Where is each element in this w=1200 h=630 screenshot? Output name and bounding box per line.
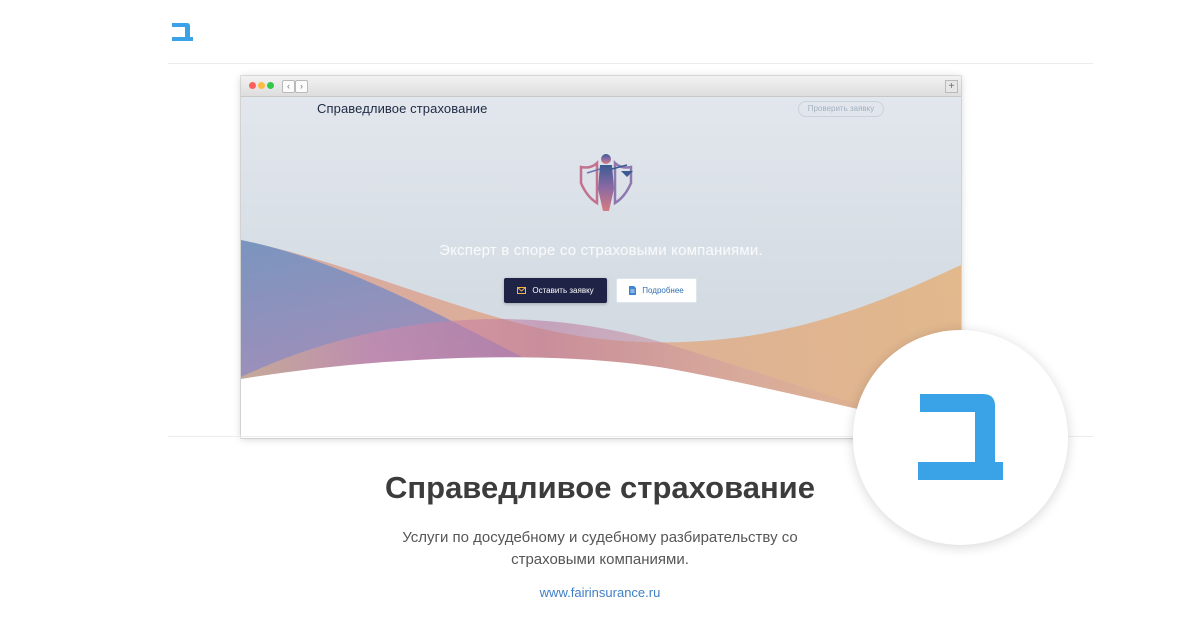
more-info-label: Подробнее — [642, 286, 684, 295]
envelope-icon — [517, 287, 527, 294]
submit-application-label: Оставить заявку — [532, 286, 594, 295]
close-window-dot[interactable] — [249, 82, 256, 89]
forward-arrow-icon[interactable]: › — [295, 80, 308, 93]
bet-letter-logo-icon[interactable] — [170, 18, 194, 42]
check-application-button[interactable]: Проверить заявку — [798, 101, 884, 117]
browser-chrome: ‹ › + — [241, 76, 961, 97]
bet-letter-logo-icon — [918, 394, 1003, 480]
top-divider — [168, 63, 1093, 64]
document-icon — [629, 286, 637, 295]
hero-text: Эксперт в споре со страховыми компаниями… — [439, 242, 763, 259]
site-url-link[interactable]: www.fairinsurance.ru — [0, 585, 1200, 600]
logo-badge — [853, 330, 1068, 545]
submit-application-button[interactable]: Оставить заявку — [504, 278, 607, 303]
page-title: Справедливое страхование — [385, 470, 815, 505]
page-description: Услуги по досудебному и судебному разбир… — [402, 529, 798, 568]
lady-justice-shield-icon — [579, 154, 633, 211]
minimize-window-dot[interactable] — [258, 82, 265, 89]
more-info-button[interactable]: Подробнее — [616, 278, 697, 303]
back-arrow-icon[interactable]: ‹ — [282, 80, 295, 93]
maximize-window-dot[interactable] — [267, 82, 274, 89]
site-viewport: Справедливое страхование Проверить заявк… — [241, 97, 961, 438]
new-tab-icon[interactable]: + — [945, 80, 958, 93]
site-title[interactable]: Справедливое страхование — [317, 101, 487, 116]
browser-mockup: ‹ › + Справедливое страхование Проверить… — [241, 76, 961, 438]
